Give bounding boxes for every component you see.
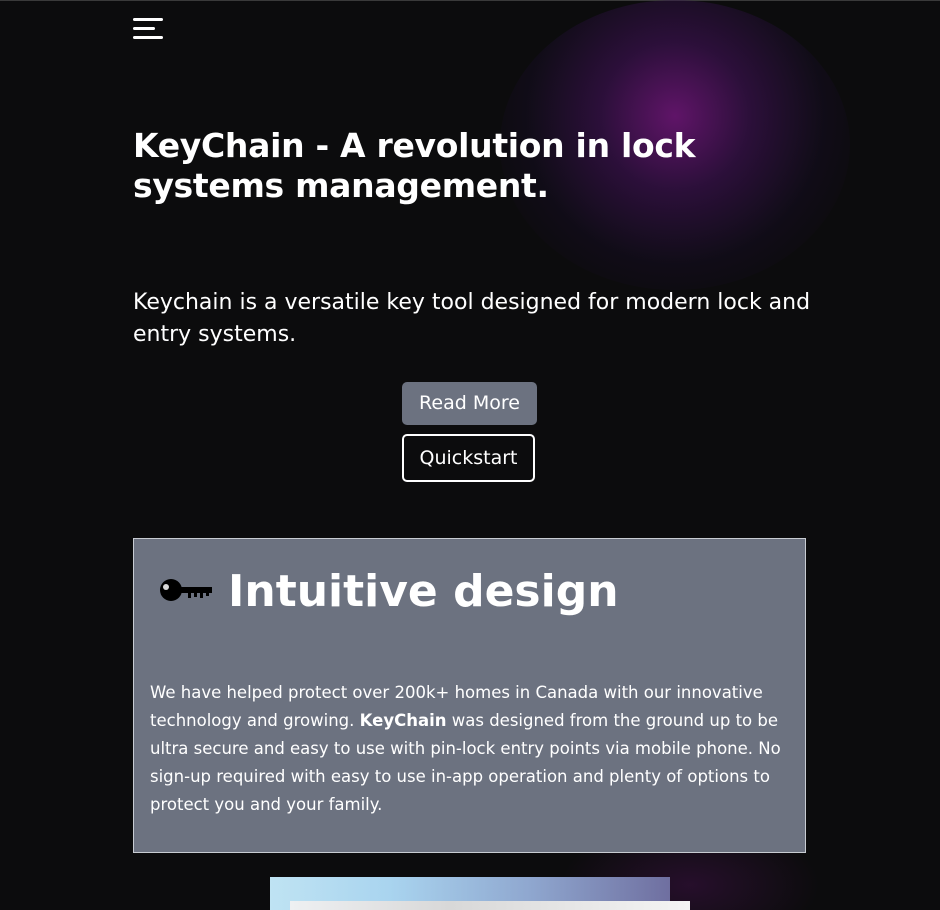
quickstart-button[interactable]: Quickstart [402,434,535,482]
hero-title: KeyChain - A revolution in lock systems … [133,126,696,205]
feature-card: Intuitive design We have helped protect … [133,538,806,853]
menu-line [133,27,155,30]
menu-line [133,36,163,39]
hamburger-menu-icon[interactable] [133,18,165,44]
read-more-button[interactable]: Read More [402,382,537,425]
hero-description: Keychain is a versatile key tool designe… [133,290,811,347]
feature-title: Intuitive design [228,566,619,617]
menu-line [133,18,163,21]
feature-body: We have helped protect over 200k+ homes … [150,679,790,819]
key-icon [160,579,212,601]
page: KeyChain - A revolution in lock systems … [0,0,940,910]
brand-name: KeyChain [359,711,447,730]
preview-image-inner [290,901,690,910]
top-divider [0,0,940,1]
